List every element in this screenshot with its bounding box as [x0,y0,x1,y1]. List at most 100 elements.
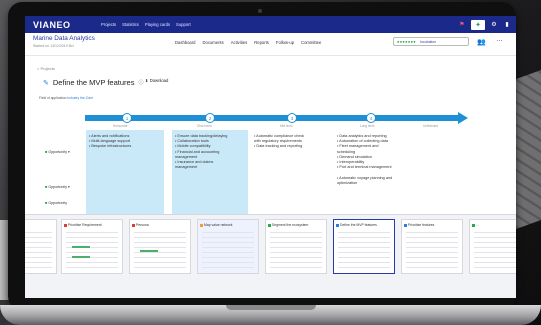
project-title: Marine Data Analytics [33,35,95,42]
download-label: Download [149,78,169,83]
opportunity-label: Opportunity ▾ [48,185,70,189]
column-header: Horizontal [113,124,128,128]
card-thumbnail[interactable]: ... [469,219,516,274]
column-header: Short term [197,124,212,128]
opportunity-dropdown[interactable]: ■ Opportunity ▾ [45,184,70,189]
card-thumbnail-selected[interactable]: Define the MVP features [333,219,395,274]
feature-item[interactable]: optimization [337,181,392,186]
project-subtitle: Started on 13/12/2019 Bcl [33,44,74,48]
status-dot-icon [336,224,339,227]
feature-item[interactable]: • Bespoke infrastructures [89,144,131,149]
application-label-text: Field of application [39,96,67,100]
download-button[interactable]: ⬇ Download [145,78,168,83]
page-title: Define the MVP features [52,78,135,87]
thumb-preview [474,232,516,270]
thumb-preview [202,232,254,270]
feature-item[interactable]: • Data tracking and reporting [254,144,304,149]
thumb-label: Prioritise features [408,223,435,227]
feature-title-row: ✎ Define the MVP features ⓘ [43,78,143,87]
trash-icon[interactable]: ▮ [503,21,511,29]
tab-dashboard[interactable]: Dashboard [175,40,196,45]
project-tabs: Dashboard Documents Activities Reports F… [175,40,321,45]
roadmap-arrow [458,112,468,124]
feature-item[interactable]: management [175,165,227,170]
status-dot-icon [132,224,135,227]
top-right-actions: ⚑ ✦ ⚙ ▮ [458,19,511,30]
roadmap-node: 2 [205,113,215,123]
status-dots: ●●●●●●● [397,39,417,44]
laptop-bezel: VIANEO Projects Statistics Playing cards… [8,2,516,310]
roadmap-band [85,115,458,121]
thumb-preview [25,232,52,270]
thumb-preview [270,232,322,270]
gear-icon[interactable]: ⚙ [490,21,498,29]
camera-icon [258,9,262,13]
top-navbar: VIANEO Projects Statistics Playing cards… [25,16,516,33]
roadmap-node: 1 [122,113,132,123]
project-header: Marine Data Analytics Started on 13/12/2… [25,33,516,56]
tab-activities[interactable]: Activities [231,40,248,45]
card-thumbnail[interactable]: Prioritise features [401,219,463,274]
opportunity-dropdown[interactable]: ■ Opportunity [45,200,67,205]
thumb-label: Prioritise Requirement [68,223,102,227]
thumb-preview [406,232,458,270]
progress-bar [72,256,90,258]
card-thumbnail[interactable]: Persona [129,219,191,274]
tab-follow-up[interactable]: Follow-up [276,40,294,45]
thumb-label: Persona [136,223,149,227]
application-label: Field of application Industry the Zone [39,96,93,100]
nav-playing-cards[interactable]: Playing cards [145,22,170,27]
thumb-label: ... [476,223,479,227]
tab-documents[interactable]: Documents [203,40,224,45]
column-header: Long term [360,124,375,128]
thumbnail-strip: ... Prioritise Requirement Persona Map v… [25,214,516,298]
thumb-label: Define the MVP features [340,223,377,227]
more-icon[interactable]: … [496,36,503,43]
progress-bar [140,250,158,252]
screen: VIANEO Projects Statistics Playing cards… [25,16,516,298]
column-short-term: • Ensure data tracking/delaying • Collab… [175,134,227,170]
progress-bar [72,246,90,248]
back-link[interactable]: < Projects [37,66,55,71]
nav-support[interactable]: Support [176,22,191,27]
opportunity-label: Opportunity [48,201,67,205]
roadmap-node: 4 [366,113,376,123]
laptop-notch [226,305,316,310]
app-logo[interactable]: VIANEO [33,20,89,30]
card-thumbnail[interactable]: Map value network [197,219,259,274]
column-long-term: • Data analytics and reporting • Automat… [337,134,392,186]
info-icon[interactable]: ⓘ [138,79,143,86]
main-nav: Projects Statistics Playing cards Suppor… [101,22,191,27]
opportunity-label: Opportunity ▾ [48,150,70,154]
roadmap-node: 3 [287,113,297,123]
column-mid-term: • Automatic compliance check with regula… [254,134,304,150]
notification-icon[interactable]: ⚑ [458,21,466,29]
status-dropdown[interactable]: ●●●●●●● Incubation [393,37,469,46]
status-dot-icon [64,224,67,227]
status-label: Incubation [420,39,437,44]
tab-reports[interactable]: Reports [254,40,269,45]
card-thumbnail[interactable]: Segment the ecosystem [265,219,327,274]
tab-committee[interactable]: Committee [301,40,321,45]
feature-icon: ✎ [43,79,49,87]
thumb-preview [66,232,118,270]
card-thumbnail[interactable]: Prioritise Requirement [61,219,123,274]
status-dot-icon [404,224,407,227]
thumb-label: Map value network [204,223,233,227]
thumb-label: Segment the ecosystem [272,223,309,227]
user-icon[interactable]: 👥 [477,38,486,46]
column-header: Unfinished [423,124,439,128]
status-dot-icon [472,224,475,227]
column-horizontal: • Alerts and notifications • Multi-langu… [89,134,131,150]
grid-icon[interactable]: ✦ [471,19,485,30]
status-dot-icon [268,224,271,227]
column-header: Mid term [280,124,293,128]
nav-statistics[interactable]: Statistics [122,22,139,27]
nav-projects[interactable]: Projects [101,22,116,27]
feature-item[interactable]: • Port and terminal management [337,165,392,170]
opportunity-dropdown[interactable]: ■ Opportunity ▾ [45,149,70,154]
card-thumbnail[interactable]: ... [25,219,57,274]
application-value[interactable]: Industry the Zone [67,96,93,100]
status-dot-icon [200,224,203,227]
thumb-preview [338,232,390,270]
